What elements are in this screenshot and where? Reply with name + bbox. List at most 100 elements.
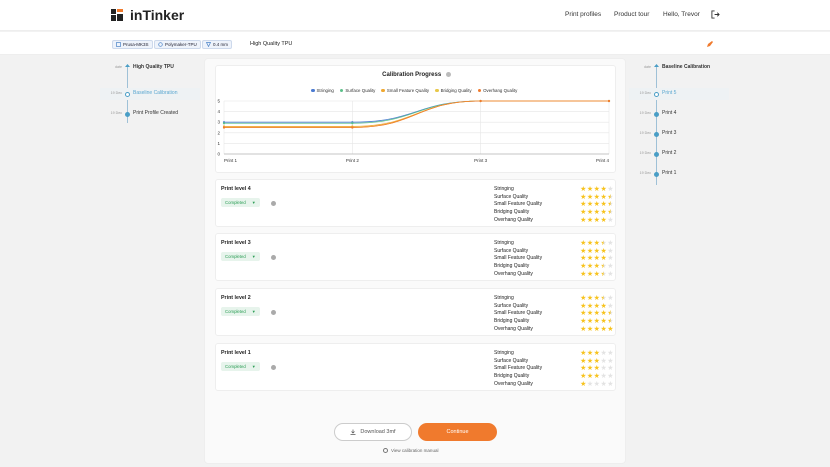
nav-product-tour[interactable]: Product tour <box>614 11 649 18</box>
star-rating[interactable]: ★★★★★ <box>580 381 614 389</box>
timeline-item-baseline[interactable]: date Baseline Calibration <box>629 62 729 74</box>
app-logo[interactable]: inTinker <box>110 7 184 23</box>
chevron-down-icon: ▼ <box>251 200 256 205</box>
data-point <box>351 122 354 125</box>
star-rating[interactable]: ★★★★★ <box>580 255 614 263</box>
y-tick-label: 5 <box>217 99 220 104</box>
star-icon: ★ <box>580 186 587 193</box>
star-icon: ★ <box>580 216 587 224</box>
timeline-item-profile[interactable]: date High Quality TPU <box>100 62 200 74</box>
status-dropdown[interactable]: Completed ▼ <box>221 198 260 207</box>
logo-icon <box>111 9 123 21</box>
star-rating[interactable]: ★★★★★ <box>580 263 614 271</box>
star-icon: ★ <box>586 193 594 201</box>
user-greeting[interactable]: Hello, Trevor <box>663 11 700 18</box>
metric-row: Bridging Quality ★★★★★ <box>494 373 614 381</box>
nozzle-icon <box>206 42 211 47</box>
star-rating[interactable]: ★★★★★ <box>580 209 614 217</box>
metric-row: Overhang Quality ★★★★★ <box>494 271 614 279</box>
chevron-down-icon: ▼ <box>251 364 256 369</box>
nav-print-profiles[interactable]: Print profiles <box>565 11 601 18</box>
printer-chip: Prusa-MK3S <box>112 40 153 49</box>
print-level-card: Print level 4 Completed ▼ Stringing ★★★★… <box>215 179 616 227</box>
metric-row: Bridging Quality ★★★★★ <box>494 209 614 217</box>
chevron-down-icon: ▼ <box>251 254 256 259</box>
star-rating[interactable]: ★★★★★ <box>580 201 614 209</box>
nozzle-chip: 0.4 mm <box>202 40 233 49</box>
y-tick-label: 0 <box>217 152 220 157</box>
star-rating[interactable]: ★★★★★ <box>580 350 614 358</box>
star-rating[interactable]: ★★★★★ <box>580 295 614 303</box>
star-rating[interactable]: ★★★★★ <box>580 318 614 326</box>
info-icon[interactable] <box>271 310 276 315</box>
metric-row: Overhang Quality ★★★★★ <box>494 326 614 334</box>
star-icon: ★ <box>586 216 594 224</box>
star-rating[interactable]: ★★★★★ <box>580 240 614 248</box>
timeline-item-print-5[interactable]: 19 Dec Print 5 <box>629 88 729 100</box>
download-3mf-button[interactable]: Download 3mf <box>334 423 412 441</box>
star-rating[interactable]: ★★★★★ <box>580 271 614 279</box>
star-icon: ★ <box>586 373 594 381</box>
level-name: Print level 2 <box>221 295 251 301</box>
star-rating[interactable]: ★★★★★ <box>580 326 614 334</box>
star-rating[interactable]: ★★★★★ <box>580 217 614 225</box>
status-dropdown[interactable]: Completed ▼ <box>221 252 260 261</box>
series-line <box>224 100 609 127</box>
metric-label: Stringing <box>494 186 514 192</box>
star-icon: ★ <box>586 186 594 193</box>
x-tick-label: Print 3 <box>474 158 488 163</box>
timeline-item-print-3[interactable]: 19 Dec Print 3 <box>629 128 729 140</box>
timeline-item-print-2[interactable]: 19 Dec Print 2 <box>629 148 729 160</box>
metric-label: Overhang Quality <box>494 216 533 223</box>
info-icon[interactable] <box>271 365 276 370</box>
empty-star-icon: ★ <box>607 302 614 310</box>
continue-button[interactable]: Continue <box>418 423 497 441</box>
star-rating[interactable]: ★★★★★ <box>580 373 614 381</box>
timeline-item-print-4[interactable]: 19 Dec Print 4 <box>629 108 729 120</box>
metric-row: Stringing ★★★★★ <box>494 350 614 358</box>
star-icon: ★ <box>586 295 594 302</box>
star-icon: ★ <box>586 263 594 271</box>
star-icon: ★ <box>586 201 594 209</box>
star-icon: ★ <box>580 240 587 247</box>
star-icon: ★ <box>586 357 594 365</box>
star-rating[interactable]: ★★★★★ <box>580 186 614 194</box>
level-name: Print level 3 <box>221 240 251 246</box>
print-level-card: Print level 2 Completed ▼ Stringing ★★★★… <box>215 288 616 336</box>
calibration-chart-card: Calibration Progress Stringing Surface Qu… <box>215 65 616 173</box>
info-icon[interactable] <box>271 255 276 260</box>
metric-label: Stringing <box>494 350 514 356</box>
star-rating[interactable]: ★★★★★ <box>580 310 614 318</box>
download-icon <box>350 429 356 435</box>
star-icon: ★ <box>586 247 594 255</box>
main-panel: Calibration Progress Stringing Surface Qu… <box>204 58 626 464</box>
metric-label: Overhang Quality <box>494 325 533 332</box>
star-icon: ★ <box>586 350 594 357</box>
timeline-item-created[interactable]: 19 Dec Print Profile Created <box>100 108 200 120</box>
status-dropdown[interactable]: Completed ▼ <box>221 307 260 316</box>
half-star-icon: ★ <box>607 310 614 318</box>
info-icon[interactable] <box>271 201 276 206</box>
metric-row: Overhang Quality ★★★★★ <box>494 217 614 225</box>
star-icon: ★ <box>580 263 587 271</box>
edit-icon[interactable] <box>706 40 714 48</box>
app-name: inTinker <box>130 7 185 23</box>
empty-star-icon: ★ <box>607 247 614 255</box>
timeline-dot <box>654 131 659 137</box>
logout-icon[interactable] <box>711 10 720 19</box>
timeline-dot <box>125 111 130 117</box>
y-tick-label: 3 <box>217 120 220 125</box>
chevron-down-icon: ▼ <box>251 309 256 314</box>
top-bar: inTinker Print profiles Product tour Hel… <box>0 0 830 31</box>
metric-label: Small Feature Quality <box>494 365 543 372</box>
metric-row: Bridging Quality ★★★★★ <box>494 263 614 271</box>
calibration-manual-link[interactable]: View calibration manual <box>383 448 438 453</box>
data-point <box>222 122 226 125</box>
level-name: Print level 4 <box>221 186 251 192</box>
star-icon: ★ <box>580 373 587 381</box>
metric-row: Stringing ★★★★★ <box>494 240 614 248</box>
timeline-item-print-1[interactable]: 19 Dec Print 1 <box>629 168 729 180</box>
timeline-item-baseline[interactable]: 19 Dec Baseline Calibration <box>100 88 200 100</box>
star-rating[interactable]: ★★★★★ <box>580 365 614 373</box>
status-dropdown[interactable]: Completed ▼ <box>221 362 260 371</box>
